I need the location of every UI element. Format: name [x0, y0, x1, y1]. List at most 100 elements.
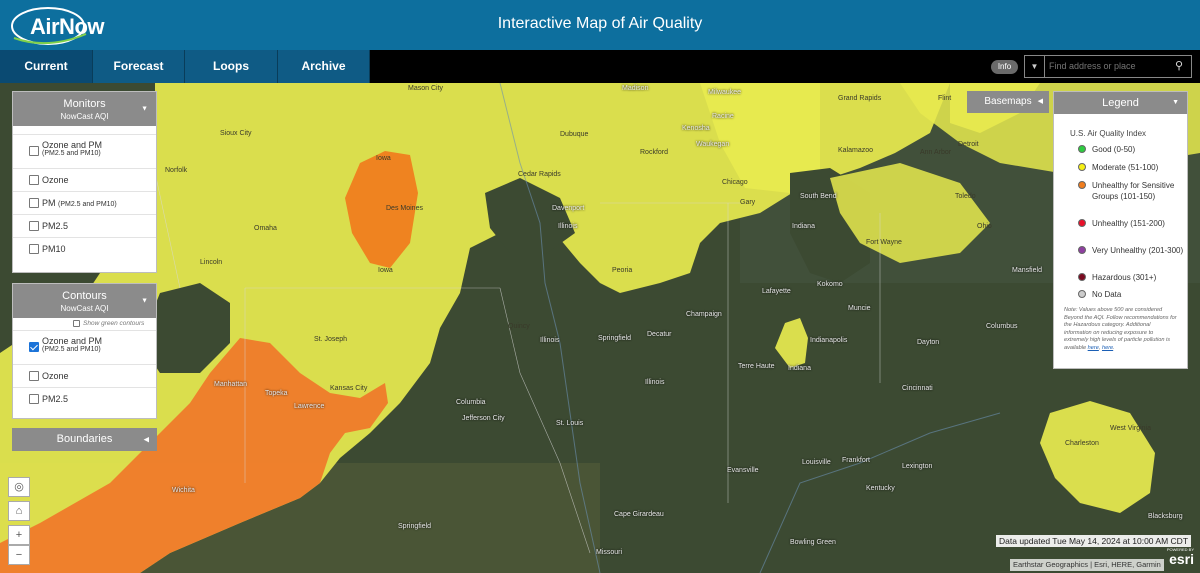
monitor-option-ozone[interactable]: Ozone [13, 168, 156, 191]
caret-down-icon: ▼ [141, 297, 148, 305]
city-label: Indianapolis [810, 337, 848, 344]
city-label: Charleston [1065, 440, 1099, 447]
info-toggle[interactable]: Info [991, 60, 1018, 74]
caret-down-icon: ▼ [1172, 99, 1179, 106]
city-label: Kansas City [330, 385, 368, 392]
contour-option-ozone[interactable]: Ozone [13, 364, 156, 387]
note-link[interactable]: here [1102, 345, 1113, 351]
esri-logo[interactable]: POWERED BY esri [1158, 547, 1194, 571]
checkbox[interactable] [29, 394, 39, 404]
city-label: Peoria [612, 267, 633, 274]
checkbox[interactable] [29, 244, 39, 254]
city-label: Terre Haute [738, 363, 775, 370]
city-label: Lawrence [294, 403, 325, 410]
monitor-option-ozone-pm[interactable]: Ozone and PM (PM2.5 and PM10) [13, 134, 156, 168]
city-label: Gary [740, 199, 756, 206]
city-label: Lincoln [200, 259, 223, 266]
city-label: Springfield [398, 523, 432, 530]
basemaps-header[interactable]: Basemaps ◀ [967, 91, 1049, 113]
search-input[interactable] [1049, 56, 1169, 77]
city-label: Springfield [598, 335, 632, 342]
city-label: Ohio [977, 223, 992, 230]
checkbox[interactable] [29, 198, 39, 208]
tab-archive[interactable]: Archive [278, 50, 370, 83]
city-label: Cincinnati [902, 385, 933, 392]
legend-item: Unhealthy (151-200) [1054, 218, 1187, 245]
city-label: Muncie [848, 305, 871, 312]
city-label: Dayton [917, 339, 940, 346]
contours-title: Contours [62, 290, 107, 302]
map-attribution: Earthstar Geographics | Esri, HERE, Garm… [1010, 559, 1164, 571]
checkbox[interactable] [29, 175, 39, 185]
boundaries-header[interactable]: Boundaries ◀ [12, 428, 157, 451]
contour-option-pm25[interactable]: PM2.5 [13, 387, 156, 410]
city-label: Des Moines [386, 205, 423, 212]
legend-header[interactable]: Legend ▼ [1054, 92, 1187, 114]
city-label: Louisville [802, 459, 831, 466]
city-label: Waukegan [696, 141, 730, 148]
tab-current[interactable]: Current [0, 50, 93, 83]
monitor-option-pm25[interactable]: PM2.5 [13, 214, 156, 237]
page-title: Interactive Map of Air Quality [497, 15, 703, 32]
legend-item: No Data [1054, 289, 1187, 305]
city-label: Kokomo [817, 281, 843, 288]
note-link[interactable]: here [1088, 345, 1099, 351]
monitors-subtitle: NowCast AQI [60, 112, 109, 121]
checkbox[interactable] [29, 221, 39, 231]
city-label: Columbus [986, 323, 1018, 330]
checkbox[interactable] [29, 146, 39, 156]
city-label: South Bend [800, 193, 837, 200]
city-label: Chicago [722, 179, 748, 186]
city-label: Lafayette [762, 288, 791, 295]
checkbox-checked[interactable] [29, 342, 39, 352]
city-label: Frankfort [842, 457, 871, 464]
city-label: Wichita [172, 487, 195, 494]
zoom-in-button[interactable]: + [8, 525, 30, 545]
contours-subtitle: NowCast AQI [60, 304, 109, 313]
legend-title: Legend [1102, 97, 1139, 109]
monitor-option-pm[interactable]: PM (PM2.5 and PM10) [13, 191, 156, 214]
checkbox[interactable] [29, 371, 39, 381]
city-label: Kalamazoo [838, 147, 874, 154]
city-label: Decatur [647, 331, 672, 338]
city-label: West Virginia [1110, 425, 1151, 432]
monitor-option-pm10[interactable]: PM10 [13, 237, 156, 260]
monitors-title: Monitors [63, 98, 106, 110]
city-label: Dubuque [560, 131, 589, 138]
city-label: Milwaukee [708, 89, 742, 96]
monitors-panel: Monitors NowCast AQI ▼ Ozone and PM (PM2… [12, 91, 157, 273]
contour-option-ozone-pm[interactable]: Ozone and PM (PM2.5 and PM10) [13, 330, 156, 364]
home-button[interactable]: ⌂ [8, 501, 30, 521]
city-label: Iowa [378, 267, 393, 274]
city-label: Racine [712, 113, 734, 120]
city-label: Mansfield [1012, 267, 1042, 274]
legend-swatch-unhealthy [1078, 219, 1086, 227]
aqi-contour-map [0, 83, 1200, 573]
city-label: Evansville [727, 467, 759, 474]
zoom-out-button[interactable]: − [8, 545, 30, 565]
legend-swatch-hazardous [1078, 273, 1086, 281]
city-label: St. Joseph [314, 336, 348, 343]
city-label: Kenosha [682, 125, 710, 132]
city-label: Davenport [552, 205, 585, 212]
city-label: Rockford [640, 149, 669, 156]
city-label: Missouri [596, 549, 623, 556]
city-label: Illinois [558, 223, 578, 230]
city-label: Iowa [376, 155, 391, 162]
search-source-dropdown[interactable]: ▼ [1025, 56, 1045, 77]
map-view[interactable]: Mason City Madison Milwaukee Grand Rapid… [0, 83, 1200, 573]
city-label: Grand Rapids [838, 95, 882, 102]
data-updated-label: Data updated Tue May 14, 2024 at 10:00 A… [996, 535, 1192, 547]
monitors-header[interactable]: Monitors NowCast AQI ▼ [13, 92, 156, 126]
show-green-contours[interactable]: Show green contours [13, 318, 156, 330]
city-label: Madison [622, 85, 649, 92]
contours-header[interactable]: Contours NowCast AQI ▼ [13, 284, 156, 318]
locate-button[interactable]: ◎ [8, 477, 30, 497]
tab-forecast[interactable]: Forecast [93, 50, 185, 83]
city-label: St. Louis [556, 420, 584, 427]
search-icon[interactable]: ⚲ [1171, 56, 1187, 77]
search-box: ▼ ⚲ [1024, 55, 1192, 78]
tab-loops[interactable]: Loops [185, 50, 278, 83]
legend-item: Good (0-50) [1054, 144, 1187, 162]
checkbox[interactable] [73, 320, 80, 327]
